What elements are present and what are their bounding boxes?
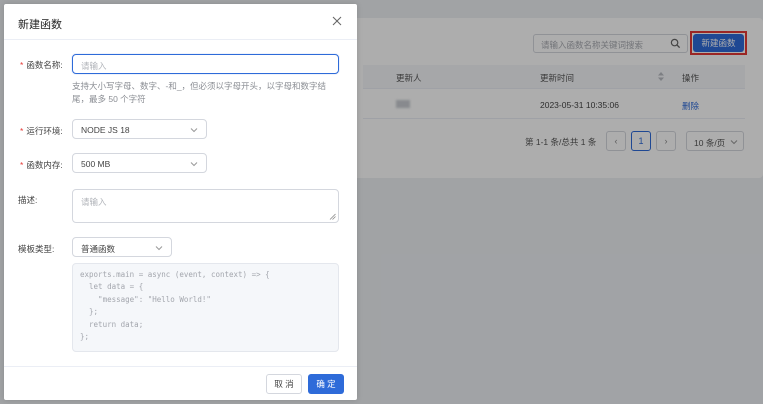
code-line: let data = { xyxy=(80,282,144,292)
memory-select[interactable]: 500 MB xyxy=(72,153,207,173)
function-name-label: * 函数名称: xyxy=(20,60,63,70)
template-type-label: 模板类型: xyxy=(18,244,55,254)
function-name-placeholder: 请输入 xyxy=(81,61,107,71)
code-line: }; xyxy=(80,307,99,317)
runtime-label: * 运行环境: xyxy=(20,126,63,136)
runtime-select[interactable]: NODE JS 18 xyxy=(72,119,207,139)
chevron-down-icon xyxy=(190,162,198,167)
code-line: }; xyxy=(80,332,90,342)
drawer-footer-divider xyxy=(4,366,357,367)
drawer-header-divider xyxy=(4,39,357,40)
template-type-value: 普通函数 xyxy=(81,244,116,254)
close-icon[interactable] xyxy=(331,15,343,27)
required-mark: * xyxy=(20,126,24,136)
memory-label: * 函数内存: xyxy=(20,160,63,170)
description-label: 描述: xyxy=(18,195,38,205)
description-placeholder: 请输入 xyxy=(81,197,107,207)
code-line: "message": "Hello World!" xyxy=(80,294,211,304)
template-type-select[interactable]: 普通函数 xyxy=(72,237,172,257)
confirm-button[interactable]: 确 定 xyxy=(308,374,344,394)
chevron-down-icon xyxy=(190,128,198,133)
code-line: return data; xyxy=(80,319,144,329)
chevron-down-icon xyxy=(155,246,163,251)
function-name-hint: 支持大小写字母、数字、-和_，但必须以字母开头，以字母和数字结尾，最多 50 个… xyxy=(72,81,327,104)
resize-handle-icon[interactable] xyxy=(329,213,336,220)
description-textarea[interactable]: 请输入 xyxy=(72,189,339,223)
code-editor[interactable]: exports.main = async (event, context) =>… xyxy=(72,263,339,352)
new-function-drawer: 新建函数 * 函数名称: 请输入 支持大小写字母、数字、-和_，但必须以字母开头，… xyxy=(4,4,357,400)
cancel-button[interactable]: 取 消 xyxy=(266,374,302,394)
code-line: exports.main = async (event, context) =>… xyxy=(80,270,270,279)
required-mark: * xyxy=(20,60,24,70)
runtime-value: NODE JS 18 xyxy=(81,125,130,135)
memory-value: 500 MB xyxy=(81,159,111,169)
function-name-input[interactable]: 请输入 xyxy=(72,54,339,74)
required-mark: * xyxy=(20,160,24,170)
drawer-title: 新建函数 xyxy=(18,19,62,31)
